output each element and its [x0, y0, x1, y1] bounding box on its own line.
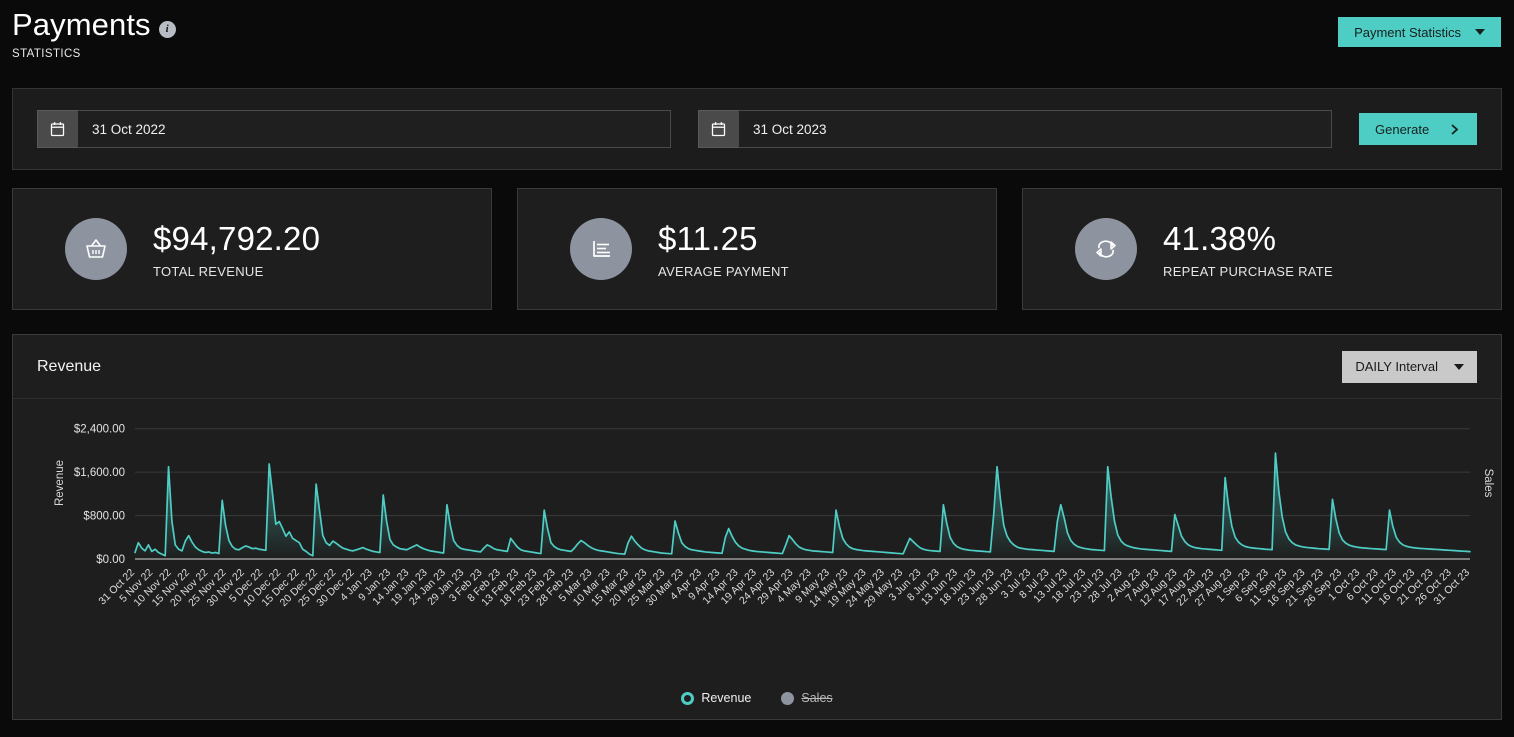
- stat-label: AVERAGE PAYMENT: [658, 264, 789, 279]
- legend-label-revenue: Revenue: [701, 691, 752, 705]
- end-date-input[interactable]: [738, 110, 1332, 148]
- payment-statistics-dropdown[interactable]: Payment Statistics: [1338, 17, 1501, 47]
- revenue-line-chart[interactable]: $0.00 $800.00 $1,600.00 $2,400.00 Revenue Sal…: [13, 399, 1503, 719]
- stat-cards: $94,792.20 TOTAL REVENUE $11.25 AVERAGE …: [12, 188, 1502, 310]
- calendar-icon: [50, 122, 65, 137]
- legend-dot-sales: [781, 691, 795, 705]
- page-subtitle: STATISTICS: [12, 48, 81, 60]
- legend-dot-revenue: [681, 691, 695, 705]
- stat-value: $11.25: [658, 220, 758, 257]
- interval-dropdown[interactable]: DAILY Interval: [1342, 350, 1477, 383]
- interval-dropdown-label: DAILY Interval: [1355, 359, 1438, 374]
- start-date-input[interactable]: [77, 110, 671, 148]
- svg-text:$1,600.00: $1,600.00: [74, 467, 125, 479]
- stat-value: $94,792.20: [153, 220, 321, 257]
- stat-label: REPEAT PURCHASE RATE: [1163, 264, 1333, 279]
- generate-button-label: Generate: [1375, 121, 1430, 137]
- end-date-field: [698, 110, 1332, 148]
- svg-text:Sales: Sales: [1482, 469, 1494, 498]
- stat-card-text: 41.38% REPEAT PURCHASE RATE: [1163, 219, 1333, 279]
- chart-header: Revenue DAILY Interval: [13, 335, 1501, 399]
- payment-statistics-dropdown-label: Payment Statistics: [1354, 24, 1461, 40]
- svg-text:$800.00: $800.00: [83, 511, 125, 523]
- page-title: Payments: [12, 7, 151, 42]
- legend-item-sales[interactable]: Sales: [781, 691, 833, 705]
- legend-item-revenue[interactable]: Revenue: [681, 691, 751, 705]
- svg-text:Revenue: Revenue: [54, 460, 66, 506]
- chevron-down-icon: [1454, 363, 1464, 370]
- end-date-calendar-button[interactable]: [698, 110, 738, 148]
- chart-legend: Revenue Sales: [13, 691, 1501, 705]
- title-row: Payments i: [12, 6, 1502, 44]
- chart-title: Revenue: [37, 357, 102, 375]
- payments-statistics-page: Payments i STATISTICS Payment Statistics: [0, 0, 1514, 737]
- chevron-right-icon: [1451, 123, 1459, 135]
- start-date-field: [37, 110, 671, 148]
- stat-label: TOTAL REVENUE: [153, 264, 264, 279]
- start-date-calendar-button[interactable]: [37, 110, 77, 148]
- svg-text:$2,400.00: $2,400.00: [74, 424, 125, 436]
- stat-card-total-revenue: $94,792.20 TOTAL REVENUE: [12, 188, 492, 310]
- stat-card-average-payment: $11.25 AVERAGE PAYMENT: [517, 188, 997, 310]
- info-icon[interactable]: i: [158, 20, 176, 38]
- chevron-down-icon: [1475, 29, 1485, 35]
- generate-button[interactable]: Generate: [1359, 113, 1477, 145]
- page-header: Payments i STATISTICS Payment Statistics: [0, 0, 1514, 76]
- legend-label-sales: Sales: [801, 691, 833, 705]
- stat-card-text: $94,792.20 TOTAL REVENUE: [153, 219, 320, 279]
- date-filter-bar: Generate: [12, 88, 1502, 170]
- shopping-basket-icon: [65, 218, 127, 280]
- revenue-chart-panel: Revenue DAILY Interval $0.00 $800.00 $1,60…: [12, 334, 1502, 720]
- stat-card-repeat-purchase-rate: 41.38% REPEAT PURCHASE RATE: [1022, 188, 1502, 310]
- bar-chart-icon: [570, 218, 632, 280]
- chart-body: $0.00 $800.00 $1,600.00 $2,400.00 Revenue Sal…: [13, 399, 1501, 719]
- stat-card-text: $11.25 AVERAGE PAYMENT: [658, 219, 789, 279]
- calendar-icon: [711, 122, 726, 137]
- stat-value: 41.38%: [1163, 220, 1277, 257]
- repeat-icon: [1075, 218, 1137, 280]
- svg-text:$0.00: $0.00: [96, 554, 125, 566]
